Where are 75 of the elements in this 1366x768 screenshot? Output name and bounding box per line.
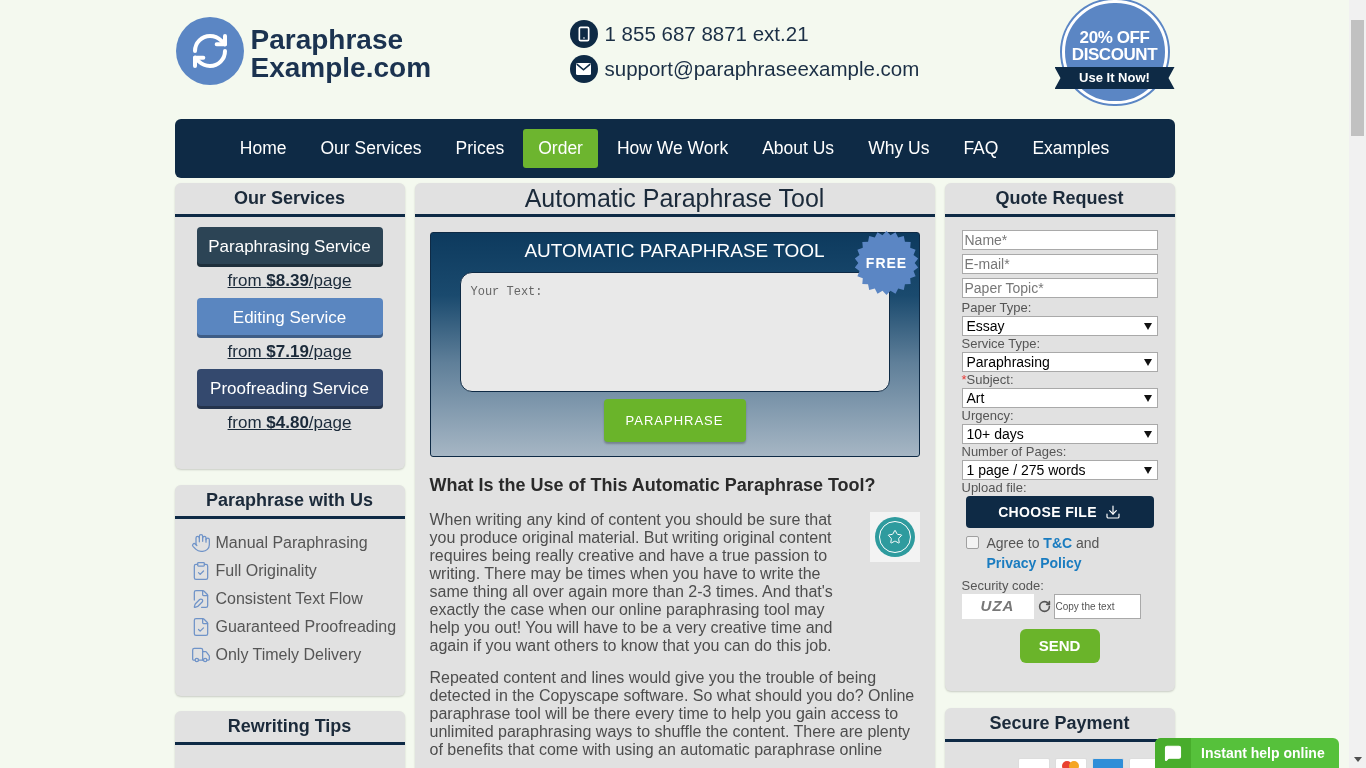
nav-link[interactable]: FAQ (948, 129, 1014, 168)
feature-text: Consistent Text Flow (215, 589, 363, 609)
scrollbar-thumb[interactable] (1351, 20, 1364, 136)
ribbon-banner: Use It Now! (1054, 67, 1175, 89)
dropdown-field[interactable]: Essay (961, 316, 1158, 336)
refresh-icon[interactable] (1037, 600, 1051, 613)
nav-link[interactable]: Prices (440, 129, 520, 168)
download-icon (1104, 504, 1121, 520)
feature-text: Guaranteed Proofreading (215, 617, 397, 637)
article-heading: What Is the Use of This Automatic Paraphrase Tool? (429, 474, 877, 496)
captcha-image: UZA (961, 594, 1034, 619)
agree-text: Agree to T&C and Privacy Policy (986, 534, 1101, 573)
feature-text: Full Originality (215, 561, 317, 581)
text-area-field[interactable]: Your Text: (459, 272, 890, 392)
field-label: Security code: (961, 578, 1045, 594)
checkbox[interactable] (965, 536, 979, 549)
card-title: Paraphrase with Us (205, 489, 374, 512)
contact-text: support@paraphraseexample.com (604, 55, 920, 82)
free-badge: FREE (854, 231, 919, 295)
tool-banner-title: AUTOMATIC PARAPHRASE TOOL (524, 240, 825, 262)
choose-file-button[interactable]: CHOOSE FILE (965, 496, 1154, 528)
truck-icon (190, 645, 211, 665)
card-title: Quote Request (995, 187, 1124, 210)
speech-bubble-icon (1155, 738, 1191, 768)
nav-link[interactable]: Examples (1017, 129, 1125, 168)
scrollbar[interactable] (1349, 0, 1366, 768)
discount-text: 20% OFF (1079, 29, 1150, 46)
price-link[interactable]: from $4.80/page (227, 413, 352, 433)
caret-icon (1143, 394, 1152, 402)
field-label: Subject: (966, 372, 1014, 388)
service-button[interactable]: Proofreading Service (196, 369, 383, 409)
field-label: Number of Pages: (961, 444, 1067, 460)
page-title: Automatic Paraphrase Tool (524, 182, 825, 214)
dropdown-field[interactable]: Art (961, 388, 1158, 408)
nav-link[interactable]: How We Work (601, 129, 744, 168)
phone-icon (569, 20, 598, 48)
nav-link[interactable]: About Us (747, 129, 850, 168)
contact-text: 1 855 687 8871 ext.21 (604, 20, 809, 47)
nav-link[interactable]: Home (224, 129, 302, 168)
field-label: Upload file: (961, 480, 1028, 496)
feature-text: Only Timely Delivery (215, 645, 362, 665)
service-button[interactable]: Paraphrasing Service (196, 227, 383, 267)
field-label: Paper Type: (961, 300, 1032, 316)
caret-icon (1143, 430, 1152, 438)
article-paragraph: When writing any kind of content you should be sure that you produce original material. But writing original content requires being really creative and have a true passion to writing. There may be times when you have to write the same thing all over again more than 2-3 times. And that's exactly the case when our online paraphrasing tool may help you out! You will have to be a very creative time and again if you want others to know that you can do this job. (429, 511, 834, 655)
caret-icon (1143, 358, 1152, 366)
hand-icon (190, 533, 211, 553)
feature-text: Manual Paraphrasing (215, 533, 368, 553)
service-button[interactable]: Editing Service (196, 298, 383, 338)
text-field[interactable]: Name* (961, 230, 1158, 250)
card-title: Our Services (233, 187, 346, 210)
star-badge-icon (869, 512, 920, 562)
logo-text: Example.com (250, 54, 432, 82)
dropdown-field[interactable]: 1 page / 275 words (961, 460, 1158, 480)
text-field[interactable]: Paper Topic* (961, 278, 1158, 298)
price-link[interactable]: from $7.19/page (227, 342, 352, 362)
field-label: Urgency: (961, 408, 1014, 424)
nav-link[interactable]: Our Services (305, 129, 437, 168)
discount-text: DISCOUNT (1071, 46, 1158, 63)
dropdown-field[interactable]: 10+ days (961, 424, 1158, 444)
mail-icon (569, 55, 598, 83)
nav-link[interactable]: Why Us (853, 129, 945, 168)
card-title: Rewriting Tips (227, 715, 352, 738)
field-label: Service Type: (961, 336, 1041, 352)
logo-text: Paraphrase (250, 26, 405, 54)
captcha-field[interactable]: Copy the text (1053, 594, 1141, 619)
scroll-down-arrow-icon[interactable] (1353, 757, 1362, 762)
price-link[interactable]: from $8.39/page (227, 271, 352, 291)
caret-icon (1143, 322, 1152, 330)
caret-icon (1143, 466, 1152, 474)
article-paragraph: Repeated content and lines would give you the trouble of being detected in the Copyscape software. So what should you do? Online paraphrase tool will be there every time to help you gain access to unlimited paraphrasing ways to shuffle the content. There are plenty of benefits that come with using an automatic paraphrase online (429, 669, 916, 759)
dropdown-field[interactable]: Paraphrasing (961, 352, 1158, 372)
text-field[interactable]: E-mail* (961, 254, 1158, 274)
card-title: Secure Payment (989, 712, 1130, 735)
required-mark: * (961, 372, 967, 388)
